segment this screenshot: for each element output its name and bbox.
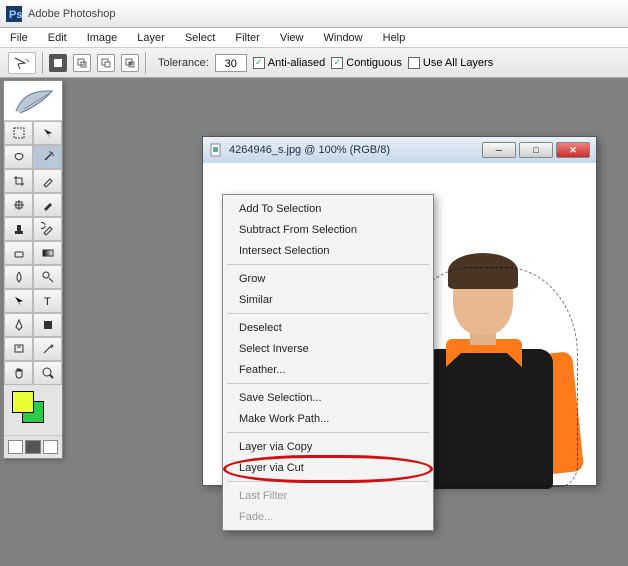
menu-separator: [227, 313, 429, 314]
menu-save-selection[interactable]: Save Selection...: [225, 387, 431, 408]
eraser-tool[interactable]: [4, 241, 33, 265]
app-titlebar: Ps Adobe Photoshop: [0, 0, 628, 28]
notes-tool[interactable]: [4, 337, 33, 361]
marquee-tool[interactable]: [4, 121, 33, 145]
separator: [145, 52, 146, 74]
type-tool[interactable]: T: [33, 289, 62, 313]
menu-deselect[interactable]: Deselect: [225, 317, 431, 338]
menu-image[interactable]: Image: [77, 30, 128, 46]
menu-separator: [227, 432, 429, 433]
menu-similar[interactable]: Similar: [225, 289, 431, 310]
menu-select-inverse[interactable]: Select Inverse: [225, 338, 431, 359]
menu-layer-via-copy[interactable]: Layer via Copy: [225, 436, 431, 457]
toolbox-header-icon: [4, 81, 62, 121]
standard-mode-button[interactable]: [8, 440, 23, 454]
gradient-tool[interactable]: [33, 241, 62, 265]
close-button[interactable]: ✕: [556, 142, 590, 158]
path-select-tool[interactable]: [4, 289, 33, 313]
blur-tool[interactable]: [4, 265, 33, 289]
menu-file[interactable]: File: [0, 30, 38, 46]
menu-select[interactable]: Select: [175, 30, 226, 46]
eyedropper-tool[interactable]: [33, 337, 62, 361]
color-swatches[interactable]: [8, 389, 58, 431]
tool-grid: T: [4, 121, 62, 385]
separator: [42, 52, 43, 74]
menu-view[interactable]: View: [270, 30, 314, 46]
fullscreen-mode-button[interactable]: [43, 440, 58, 454]
menu-filter[interactable]: Filter: [225, 30, 269, 46]
shape-tool[interactable]: [33, 313, 62, 337]
menu-edit[interactable]: Edit: [38, 30, 77, 46]
brush-tool[interactable]: [33, 193, 62, 217]
document-title: 4264946_s.jpg @ 100% (RGB/8): [229, 144, 390, 156]
menu-separator: [227, 264, 429, 265]
crop-tool[interactable]: [4, 169, 33, 193]
menu-add-to-selection[interactable]: Add To Selection: [225, 198, 431, 219]
document-icon: [209, 143, 223, 157]
menu-intersect-selection[interactable]: Intersect Selection: [225, 240, 431, 261]
selection-add-button[interactable]: [73, 54, 91, 72]
slice-tool[interactable]: [33, 169, 62, 193]
tolerance-label: Tolerance:: [158, 57, 209, 69]
anti-aliased-label: Anti-aliased: [268, 57, 325, 69]
toolbox: T: [3, 80, 63, 459]
menu-fade: Fade...: [225, 506, 431, 527]
tolerance-input[interactable]: 30: [215, 54, 247, 72]
history-brush-tool[interactable]: [33, 217, 62, 241]
quickmask-mode-button[interactable]: [25, 440, 40, 454]
menu-window[interactable]: Window: [314, 30, 373, 46]
menu-bar: File Edit Image Layer Select Filter View…: [0, 28, 628, 48]
svg-text:T: T: [44, 296, 51, 308]
minimize-button[interactable]: ─: [482, 142, 516, 158]
screen-mode-buttons: [4, 435, 62, 458]
menu-grow[interactable]: Grow: [225, 268, 431, 289]
options-bar: Tolerance: 30 ✓Anti-aliased ✓Contiguous …: [0, 48, 628, 78]
selection-intersect-button[interactable]: [121, 54, 139, 72]
foreground-color[interactable]: [12, 391, 34, 413]
contiguous-label: Contiguous: [346, 57, 402, 69]
menu-layer[interactable]: Layer: [127, 30, 175, 46]
dodge-tool[interactable]: [33, 265, 62, 289]
menu-last-filter: Last Filter: [225, 485, 431, 506]
svg-text:Ps: Ps: [9, 9, 22, 21]
document-titlebar[interactable]: 4264946_s.jpg @ 100% (RGB/8) ─ □ ✕: [203, 137, 596, 163]
app-title: Adobe Photoshop: [28, 8, 115, 20]
menu-subtract-from-selection[interactable]: Subtract From Selection: [225, 219, 431, 240]
zoom-tool[interactable]: [33, 361, 62, 385]
pen-tool[interactable]: [4, 313, 33, 337]
menu-layer-via-cut[interactable]: Layer via Cut: [225, 457, 431, 478]
current-tool-indicator[interactable]: [8, 52, 36, 74]
context-menu: Add To Selection Subtract From Selection…: [222, 194, 434, 531]
menu-separator: [227, 481, 429, 482]
menu-separator: [227, 383, 429, 384]
menu-make-work-path[interactable]: Make Work Path...: [225, 408, 431, 429]
maximize-button[interactable]: □: [519, 142, 553, 158]
selection-new-button[interactable]: [49, 54, 67, 72]
magic-wand-tool[interactable]: [33, 145, 62, 169]
menu-feather[interactable]: Feather...: [225, 359, 431, 380]
healing-tool[interactable]: [4, 193, 33, 217]
use-all-layers-label: Use All Layers: [423, 57, 493, 69]
app-icon: Ps: [6, 6, 22, 22]
hand-tool[interactable]: [4, 361, 33, 385]
use-all-layers-checkbox[interactable]: Use All Layers: [408, 57, 493, 69]
menu-help[interactable]: Help: [373, 30, 416, 46]
anti-aliased-checkbox[interactable]: ✓Anti-aliased: [253, 57, 325, 69]
contiguous-checkbox[interactable]: ✓Contiguous: [331, 57, 402, 69]
stamp-tool[interactable]: [4, 217, 33, 241]
lasso-tool[interactable]: [4, 145, 33, 169]
selection-subtract-button[interactable]: [97, 54, 115, 72]
move-tool[interactable]: [33, 121, 62, 145]
